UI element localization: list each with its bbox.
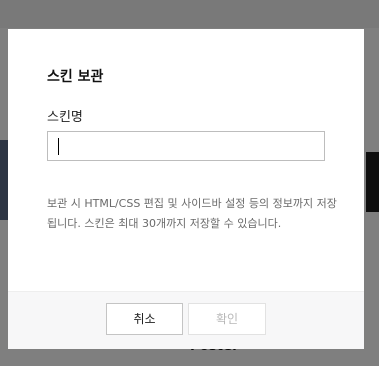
- help-text: 보관 시 HTML/CSS 편집 및 사이드바 설정 등의 정보까지 저장됩니다…: [47, 197, 337, 230]
- skin-archive-dialog: 스킨 보관 스킨명 보관 시 HTML/CSS 편집 및 사이드바 설정 등의 …: [8, 29, 364, 349]
- cancel-button[interactable]: 취소: [106, 303, 183, 335]
- skin-name-label: 스킨명: [47, 110, 83, 125]
- dialog-footer: [8, 291, 364, 349]
- dialog-title: 스킨 보관: [47, 69, 104, 85]
- skin-name-input[interactable]: [47, 131, 325, 161]
- text-cursor: [58, 138, 59, 155]
- confirm-button[interactable]: 확인: [188, 303, 266, 335]
